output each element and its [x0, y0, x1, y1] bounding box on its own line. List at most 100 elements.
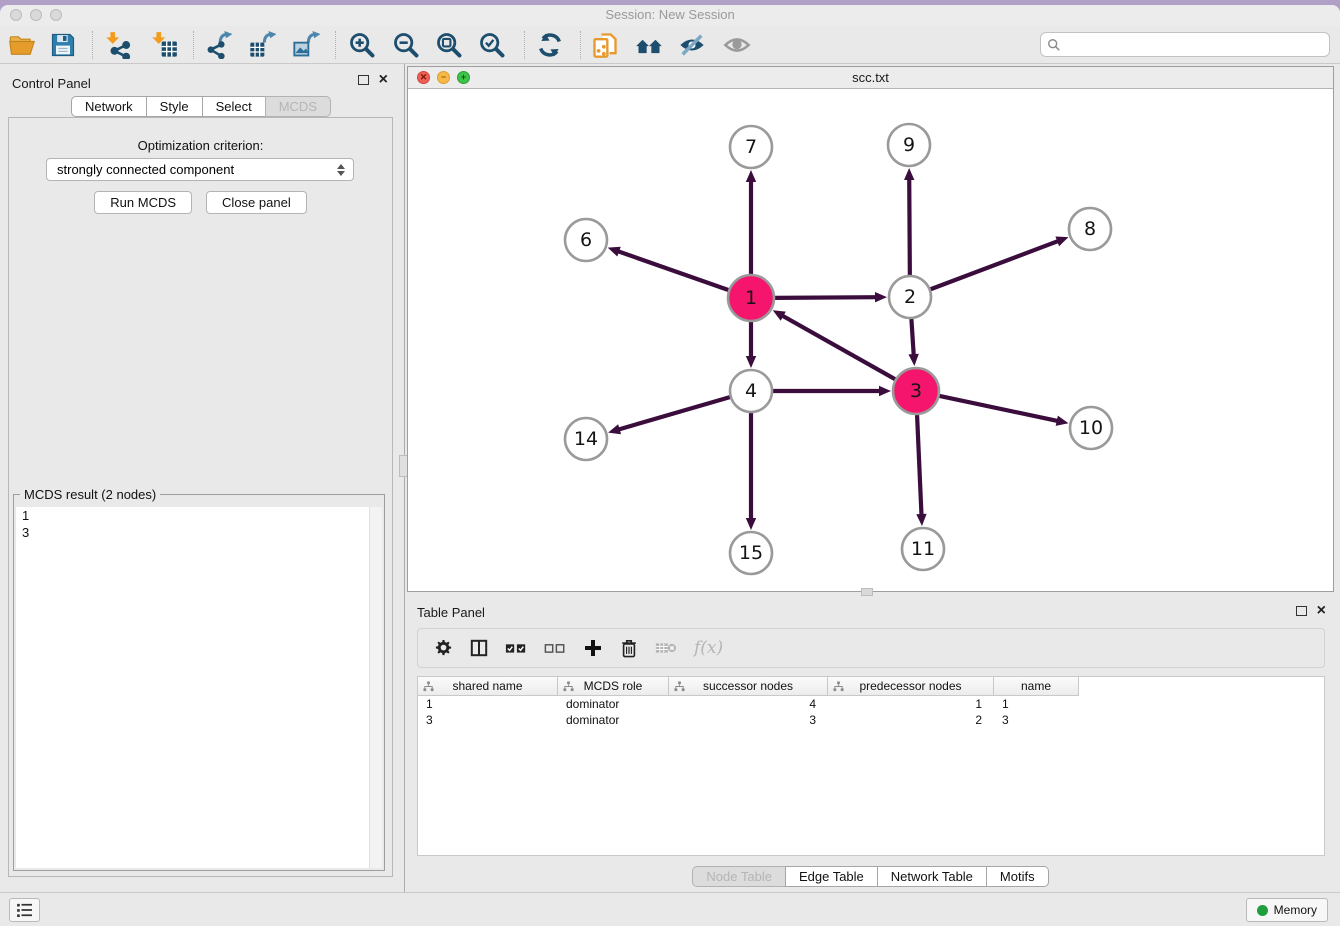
node-label-6: 6: [580, 229, 592, 251]
network-window-titlebar[interactable]: ✕ − + scc.txt: [408, 67, 1333, 89]
column-header-shared-name[interactable]: shared name: [418, 677, 558, 696]
edge-arrowhead-2-3: [908, 354, 918, 366]
zoom-fit-icon[interactable]: [432, 28, 466, 62]
show-panel-eye-icon[interactable]: [720, 28, 754, 62]
node-label-15: 15: [739, 542, 763, 564]
import-table-icon[interactable]: [147, 28, 181, 62]
table-tab-motifs[interactable]: Motifs: [986, 866, 1049, 887]
show-columns-icon[interactable]: [470, 635, 488, 661]
save-session-icon[interactable]: [46, 28, 80, 62]
zoom-in-icon[interactable]: [345, 28, 379, 62]
export-image-icon[interactable]: [289, 28, 323, 62]
search-input[interactable]: [1061, 35, 1329, 55]
cell-shared-name: 1: [418, 696, 558, 712]
edge-1-2[interactable]: [775, 297, 877, 298]
table-settings-gear-icon[interactable]: [434, 635, 453, 661]
open-session-icon[interactable]: [5, 28, 39, 62]
edge-2-8[interactable]: [931, 241, 1060, 290]
session-title: Session: New Session: [0, 7, 1340, 22]
tab-network[interactable]: Network: [71, 96, 147, 117]
edge-arrowhead-1-7: [746, 170, 756, 182]
result-scrollbar[interactable]: [369, 507, 382, 868]
control-panel-title: Control Panel: [12, 76, 91, 91]
mcds-result-title: MCDS result (2 nodes): [20, 487, 160, 502]
import-network-icon[interactable]: [101, 28, 135, 62]
mcds-panel: Optimization criterion: strongly connect…: [8, 117, 393, 877]
optimization-criterion-label: Optimization criterion:: [9, 138, 392, 153]
select-all-icon[interactable]: [505, 635, 527, 661]
add-column-plus-icon[interactable]: [583, 635, 603, 661]
main-titlebar: Session: New Session: [0, 5, 1340, 26]
run-mcds-button[interactable]: Run MCDS: [94, 191, 192, 214]
edge-arrowhead-1-2: [875, 292, 887, 302]
toolbar-separator: [92, 31, 93, 59]
node-label-11: 11: [911, 538, 935, 560]
tab-style[interactable]: Style: [146, 96, 203, 117]
float-panel-icon[interactable]: [358, 75, 369, 85]
edge-4-14[interactable]: [618, 397, 730, 430]
cell-name: 3: [994, 712, 1079, 728]
close-panel-button[interactable]: Close panel: [206, 191, 307, 214]
edge-arrowhead-4-15: [746, 518, 756, 530]
table-toolbar: f(x): [417, 628, 1325, 668]
table-row[interactable]: 3dominator323: [418, 712, 1324, 728]
toolbar-separator: [580, 31, 581, 59]
home-networks-icon[interactable]: [632, 28, 666, 62]
table-tab-network-table[interactable]: Network Table: [877, 866, 987, 887]
memory-status-icon: [1257, 905, 1268, 916]
edge-1-6[interactable]: [617, 251, 728, 290]
zoom-out-icon[interactable]: [389, 28, 423, 62]
export-table-icon[interactable]: [245, 28, 279, 62]
task-history-button[interactable]: [9, 898, 40, 922]
tab-mcds[interactable]: MCDS: [265, 96, 331, 117]
node-label-4: 4: [745, 380, 757, 402]
table-tab-edge-table[interactable]: Edge Table: [785, 866, 878, 887]
column-header-successor-nodes[interactable]: successor nodes: [669, 677, 828, 696]
vertical-splitter[interactable]: [404, 64, 405, 892]
float-table-panel-icon[interactable]: [1296, 606, 1307, 616]
mcds-result-line: 1: [16, 507, 382, 524]
column-type-icon: [563, 681, 574, 692]
memory-button[interactable]: Memory: [1246, 898, 1328, 922]
network-canvas[interactable]: 1234678910111415: [408, 89, 1333, 591]
close-table-panel-icon[interactable]: ×: [1317, 605, 1326, 617]
column-header-name[interactable]: name: [994, 677, 1079, 696]
criterion-dropdown[interactable]: strongly connected component: [46, 158, 354, 181]
table-tab-node-table[interactable]: Node Table: [692, 866, 786, 887]
network-title: scc.txt: [408, 70, 1333, 85]
control-panel-tabs: NetworkStyleSelectMCDS: [0, 96, 402, 117]
hide-panel-eye-slash-icon[interactable]: [675, 28, 709, 62]
node-label-1: 1: [745, 287, 757, 309]
first-neighbors-icon[interactable]: [588, 28, 622, 62]
edge-arrowhead-3-11: [916, 514, 926, 526]
edge-3-11[interactable]: [917, 415, 921, 516]
column-type-icon: [423, 681, 434, 692]
table-row[interactable]: 1dominator411: [418, 696, 1324, 712]
cell-MCDS-role: dominator: [558, 696, 669, 712]
node-label-9: 9: [903, 134, 915, 156]
edge-arrowhead-2-9: [904, 168, 914, 180]
export-network-icon[interactable]: [202, 28, 236, 62]
column-header-predecessor-nodes[interactable]: predecessor nodes: [828, 677, 994, 696]
tab-select[interactable]: Select: [202, 96, 266, 117]
edge-3-1[interactable]: [781, 315, 895, 379]
table-panel-tabs: Node TableEdge TableNetwork TableMotifs: [407, 866, 1334, 887]
close-panel-icon[interactable]: ×: [379, 74, 388, 86]
node-label-14: 14: [574, 428, 598, 450]
deselect-all-icon[interactable]: [544, 635, 566, 661]
column-header-MCDS-role[interactable]: MCDS role: [558, 677, 669, 696]
refresh-icon[interactable]: [533, 28, 567, 62]
cell-name: 1: [994, 696, 1079, 712]
column-type-icon: [674, 681, 685, 692]
list-icon: [16, 903, 34, 917]
delete-rows-trash-icon[interactable]: [620, 635, 638, 661]
edge-arrowhead-1-6: [608, 247, 621, 257]
edge-2-9[interactable]: [909, 178, 910, 275]
horizontal-splitter-handle[interactable]: [861, 588, 873, 596]
edge-2-3[interactable]: [911, 319, 913, 356]
zoom-selected-icon[interactable]: [475, 28, 509, 62]
status-bar: Memory: [0, 892, 1340, 926]
mcds-result-textarea[interactable]: 13: [16, 507, 382, 868]
edge-3-10[interactable]: [939, 396, 1058, 421]
edge-arrowhead-3-10: [1056, 416, 1069, 426]
